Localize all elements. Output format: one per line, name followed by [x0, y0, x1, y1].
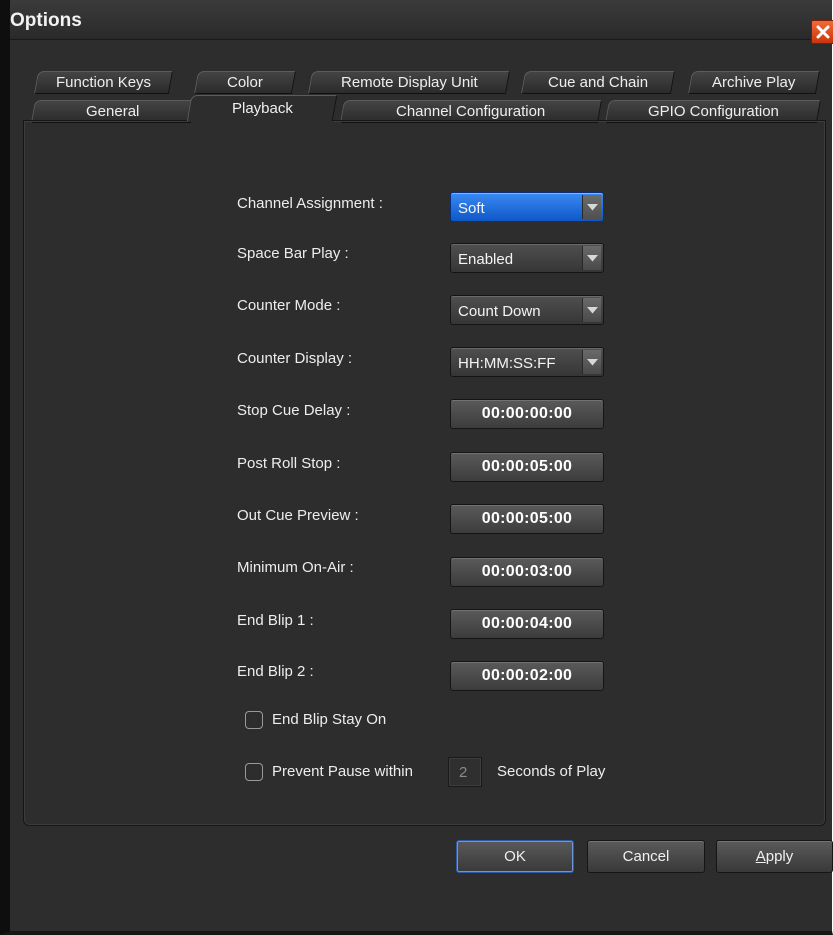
counter-display-value: HH:MM:SS:FF [458, 355, 556, 372]
seconds-value: 2 [459, 764, 468, 781]
options-dialog: Options Function Keys Color Remote Displ… [0, 0, 833, 935]
playback-panel [23, 120, 826, 826]
timecode-value: 00:00:02:00 [481, 667, 573, 684]
tab-label: Channel Configuration [396, 103, 546, 120]
window-title: Options [10, 10, 82, 31]
timecode-value: 00:00:05:00 [481, 510, 573, 527]
timecode-value: 00:00:05:00 [481, 458, 573, 475]
counter-display-select[interactable]: HH:MM:SS:FF [450, 347, 604, 377]
end-blip-1-label: End Blip 1 : [237, 612, 314, 629]
timecode-value: 00:00:04:00 [481, 615, 573, 632]
end-blip-2-timecode[interactable]: 00:00:02:00 [450, 661, 604, 691]
tab-label: Remote Display Unit [340, 74, 478, 91]
counter-mode-value: Count Down [458, 303, 541, 320]
channel-assignment-label: Channel Assignment : [237, 195, 383, 212]
close-icon [816, 25, 830, 39]
seconds-of-play-label: Seconds of Play [497, 763, 606, 780]
cancel-button[interactable]: Cancel [587, 840, 705, 873]
prevent-pause-checkbox[interactable] [245, 763, 263, 781]
space-bar-play-label: Space Bar Play : [237, 245, 349, 262]
cancel-label: Cancel [622, 848, 670, 865]
tab-label: Function Keys [55, 74, 152, 91]
space-bar-play-select[interactable]: Enabled [450, 243, 604, 273]
stop-cue-delay-label: Stop Cue Delay : [237, 402, 351, 419]
title-bar: Options [10, 0, 833, 44]
counter-mode-select[interactable]: Count Down [450, 295, 604, 325]
prevent-pause-label: Prevent Pause within [272, 763, 413, 780]
tab-label: Playback [231, 100, 293, 117]
channel-assignment-select[interactable]: Soft [450, 192, 604, 222]
chevron-down-icon [582, 195, 601, 219]
minimum-on-air-label: Minimum On-Air : [237, 559, 354, 576]
post-roll-stop-label: Post Roll Stop : [237, 455, 341, 472]
tab-cue-and-chain[interactable]: Cue and Chain [520, 71, 676, 94]
timecode-value: 00:00:00:00 [481, 405, 573, 422]
close-button[interactable] [811, 20, 833, 44]
apply-accelerator: A [755, 848, 766, 865]
tab-label: Color [227, 74, 263, 91]
chevron-down-icon [582, 246, 601, 270]
post-roll-stop-timecode[interactable]: 00:00:05:00 [450, 452, 604, 482]
tab-function-keys[interactable]: Function Keys [33, 71, 174, 94]
out-cue-preview-timecode[interactable]: 00:00:05:00 [450, 504, 604, 534]
tab-label: Archive Play [712, 74, 796, 91]
out-cue-preview-label: Out Cue Preview : [237, 507, 359, 524]
tab-playback[interactable]: Playback [186, 95, 338, 122]
prevent-pause-seconds-input[interactable]: 2 [448, 757, 482, 787]
tab-label: Cue and Chain [547, 74, 649, 91]
end-blip-1-timecode[interactable]: 00:00:04:00 [450, 609, 604, 639]
channel-assignment-value: Soft [458, 200, 485, 217]
tab-label: GPIO Configuration [647, 103, 779, 120]
ok-label: OK [504, 848, 526, 865]
tab-label: General [86, 103, 140, 120]
tab-archive-play[interactable]: Archive Play [687, 71, 821, 94]
tab-color[interactable]: Color [193, 71, 297, 94]
tab-remote-display-unit[interactable]: Remote Display Unit [307, 71, 511, 94]
apply-label: pply [765, 848, 794, 865]
stop-cue-delay-timecode[interactable]: 00:00:00:00 [450, 399, 604, 429]
end-blip-stay-on-checkbox[interactable] [245, 711, 263, 729]
end-blip-stay-on-label: End Blip Stay On [272, 711, 387, 728]
minimum-on-air-timecode[interactable]: 00:00:03:00 [450, 557, 604, 587]
end-blip-2-label: End Blip 2 : [237, 663, 314, 680]
timecode-value: 00:00:03:00 [481, 563, 573, 580]
counter-mode-label: Counter Mode : [237, 297, 341, 314]
chevron-down-icon [582, 350, 601, 374]
apply-button[interactable]: Apply [716, 840, 833, 873]
space-bar-play-value: Enabled [458, 251, 514, 268]
chevron-down-icon [582, 298, 601, 322]
counter-display-label: Counter Display : [237, 350, 353, 367]
ok-button[interactable]: OK [456, 840, 574, 873]
